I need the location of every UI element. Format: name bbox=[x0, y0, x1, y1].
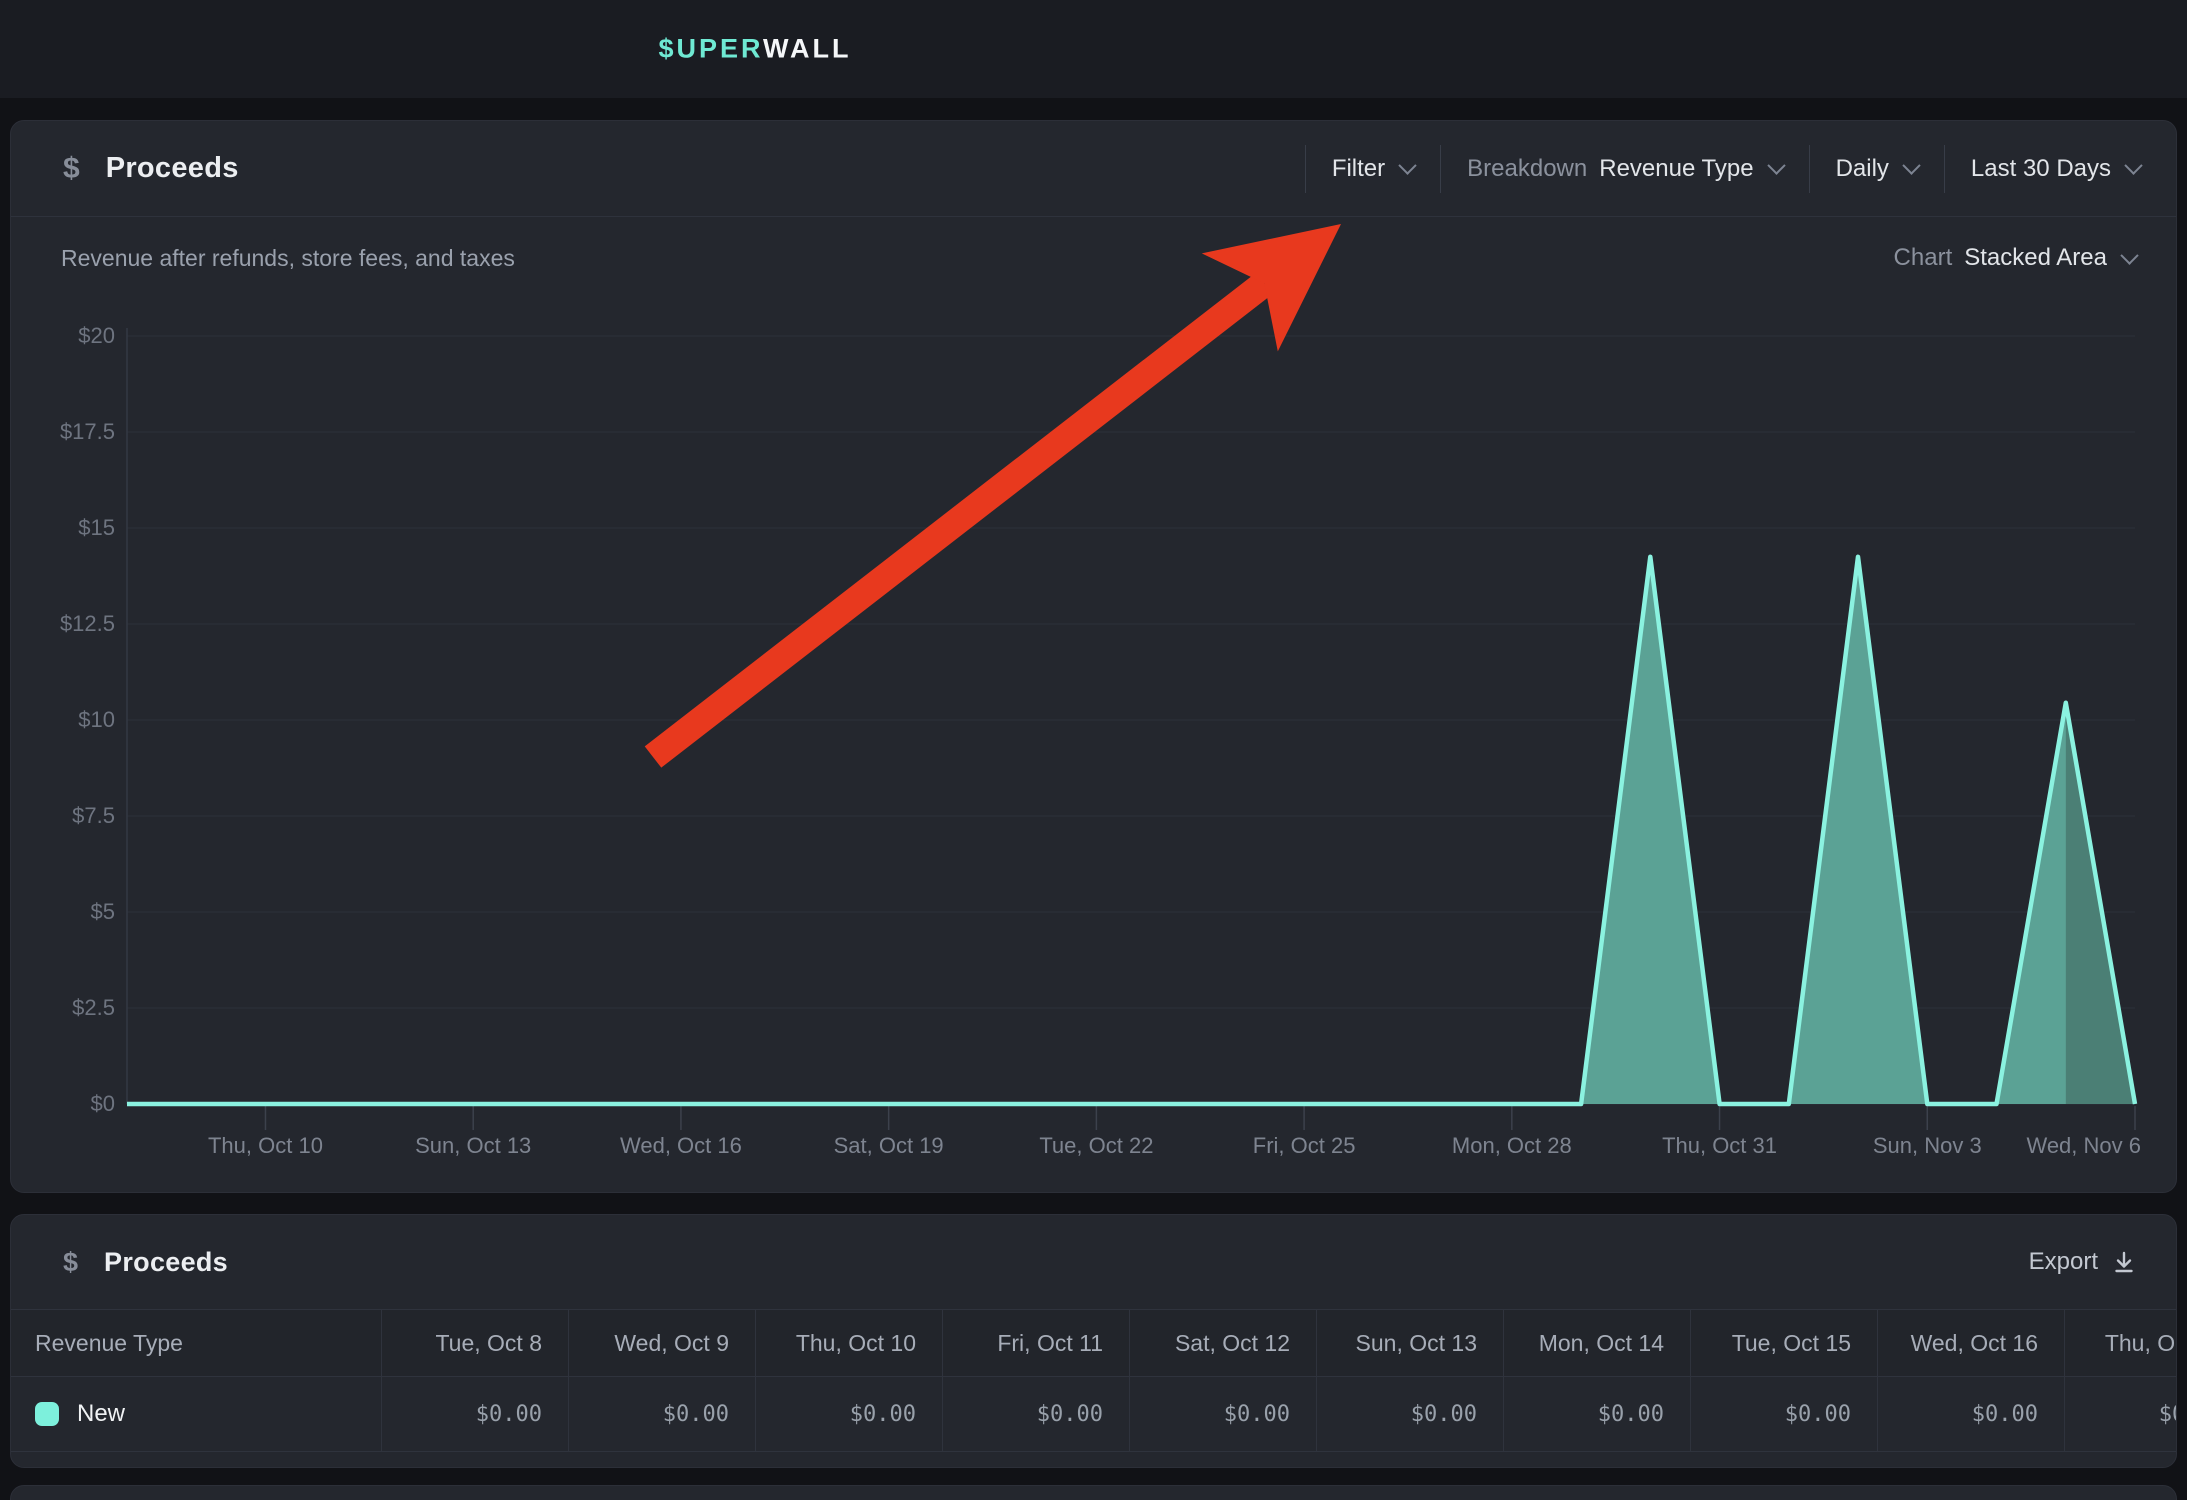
y-axis-label: $12.5 bbox=[11, 611, 115, 637]
x-axis-label: Wed, Oct 16 bbox=[591, 1133, 771, 1159]
y-axis-label: $15 bbox=[11, 515, 115, 541]
chart-type-control[interactable]: Chart Stacked Area bbox=[1894, 244, 2136, 272]
series-name: New bbox=[77, 1400, 125, 1428]
table-row: New$0.00$0.00$0.00$0.00$0.00$0.00$0.00$0… bbox=[11, 1377, 2177, 1452]
interval-value: Daily bbox=[1836, 155, 1889, 183]
date-range-value: Last 30 Days bbox=[1971, 155, 2111, 183]
column-header: Mon, Oct 14 bbox=[1503, 1310, 1690, 1376]
proceeds-table: Revenue TypeTue, Oct 8Wed, Oct 9Thu, Oct… bbox=[11, 1309, 2177, 1452]
column-header: Thu, Oct 17 bbox=[2064, 1310, 2177, 1376]
download-icon bbox=[2112, 1250, 2136, 1274]
x-axis-ticks bbox=[265, 1106, 2135, 1130]
table-cell-value: $0.00 bbox=[1503, 1377, 1690, 1451]
table-cell-value: $0.00 bbox=[755, 1377, 942, 1451]
column-header: Thu, Oct 10 bbox=[755, 1310, 942, 1376]
table-cell-value: $0.00 bbox=[942, 1377, 1129, 1451]
logo-accent: $UPER bbox=[658, 34, 763, 64]
table-panel-header: $ Proceeds Export bbox=[11, 1215, 2176, 1309]
filter-control[interactable]: Filter bbox=[1332, 155, 1414, 183]
table-cell-value: $0.00 bbox=[2064, 1377, 2177, 1451]
export-label: Export bbox=[2029, 1248, 2098, 1276]
column-header: Tue, Oct 15 bbox=[1690, 1310, 1877, 1376]
chart-subheader: Revenue after refunds, store fees, and t… bbox=[11, 218, 2176, 298]
table-header-row: Revenue TypeTue, Oct 8Wed, Oct 9Thu, Oct… bbox=[11, 1309, 2177, 1377]
column-header: Revenue Type bbox=[11, 1310, 381, 1376]
x-axis-label: Sun, Nov 3 bbox=[1837, 1133, 2017, 1159]
chart-gridlines bbox=[127, 336, 2135, 1104]
row-label-cell: New bbox=[11, 1377, 381, 1451]
logo[interactable]: $UPERWALL bbox=[658, 34, 851, 65]
breakdown-control[interactable]: Breakdown Revenue Type bbox=[1467, 155, 1782, 183]
page-title: Proceeds bbox=[106, 152, 239, 185]
next-panel-edge bbox=[10, 1485, 2177, 1500]
x-axis-label: Tue, Oct 22 bbox=[1006, 1133, 1186, 1159]
chart-subtitle: Revenue after refunds, store fees, and t… bbox=[61, 245, 515, 272]
chevron-down-icon bbox=[1398, 156, 1416, 174]
x-axis-label: Sun, Oct 13 bbox=[383, 1133, 563, 1159]
logo-rest: WALL bbox=[763, 34, 851, 64]
chart-controls: Filter Breakdown Revenue Type Daily Last… bbox=[1279, 121, 2140, 216]
chevron-down-icon bbox=[1902, 156, 1920, 174]
column-header: Wed, Oct 16 bbox=[1877, 1310, 2064, 1376]
table-title: Proceeds bbox=[104, 1247, 228, 1278]
x-axis-label: Wed, Nov 6 bbox=[1961, 1133, 2141, 1159]
topbar: $UPERWALL bbox=[0, 0, 2187, 98]
breakdown-label: Breakdown bbox=[1467, 155, 1587, 183]
x-axis-label: Fri, Oct 25 bbox=[1214, 1133, 1394, 1159]
divider bbox=[1440, 145, 1441, 193]
table-cell-value: $0.00 bbox=[1129, 1377, 1316, 1451]
date-range-control[interactable]: Last 30 Days bbox=[1971, 155, 2140, 183]
x-axis-label: Mon, Oct 28 bbox=[1422, 1133, 1602, 1159]
divider bbox=[1809, 145, 1810, 193]
y-axis-label: $2.5 bbox=[11, 995, 115, 1021]
column-header: Fri, Oct 11 bbox=[942, 1310, 1129, 1376]
series-swatch bbox=[35, 1402, 59, 1426]
table-cell-value: $0.00 bbox=[381, 1377, 568, 1451]
y-axis-label: $0 bbox=[11, 1091, 115, 1117]
chevron-down-icon bbox=[2124, 156, 2142, 174]
x-axis-label: Sat, Oct 19 bbox=[799, 1133, 979, 1159]
chart-type-label: Chart bbox=[1894, 244, 1953, 272]
divider bbox=[1944, 145, 1945, 193]
export-button[interactable]: Export bbox=[2029, 1248, 2136, 1276]
chart-type-value: Stacked Area bbox=[1964, 244, 2107, 272]
incomplete-period-shade bbox=[2066, 703, 2135, 1104]
chart-panel-header: $ Proceeds Filter Breakdown Revenue Type… bbox=[11, 121, 2176, 217]
y-axis-label: $7.5 bbox=[11, 803, 115, 829]
dollar-icon: $ bbox=[63, 152, 80, 186]
proceeds-table-panel: $ Proceeds Export Revenue TypeTue, Oct 8… bbox=[10, 1214, 2177, 1468]
column-header: Wed, Oct 9 bbox=[568, 1310, 755, 1376]
interval-control[interactable]: Daily bbox=[1836, 155, 1918, 183]
divider bbox=[1305, 145, 1306, 193]
table-cell-value: $0.00 bbox=[1690, 1377, 1877, 1451]
filter-label: Filter bbox=[1332, 155, 1385, 183]
proceeds-chart-panel: $ Proceeds Filter Breakdown Revenue Type… bbox=[10, 120, 2177, 1193]
series-legend: New bbox=[35, 1400, 125, 1428]
chevron-down-icon bbox=[2120, 246, 2138, 264]
column-header: Sun, Oct 13 bbox=[1316, 1310, 1503, 1376]
x-axis-label: Thu, Oct 10 bbox=[175, 1133, 355, 1159]
column-header: Sat, Oct 12 bbox=[1129, 1310, 1316, 1376]
y-axis-label: $17.5 bbox=[11, 419, 115, 445]
x-axis-label: Thu, Oct 31 bbox=[1630, 1133, 1810, 1159]
table-cell-value: $0.00 bbox=[1316, 1377, 1503, 1451]
table-cell-value: $0.00 bbox=[568, 1377, 755, 1451]
breakdown-value: Revenue Type bbox=[1599, 155, 1753, 183]
table-cell-value: $0.00 bbox=[1877, 1377, 2064, 1451]
y-axis-label: $5 bbox=[11, 899, 115, 925]
chevron-down-icon bbox=[1767, 156, 1785, 174]
dollar-icon: $ bbox=[63, 1247, 78, 1278]
chart-area-series bbox=[127, 557, 2135, 1104]
y-axis-label: $20 bbox=[11, 323, 115, 349]
column-header: Tue, Oct 8 bbox=[381, 1310, 568, 1376]
page: $UPERWALL $ Proceeds Filter Breakdown Re… bbox=[0, 0, 2187, 1500]
y-axis-label: $10 bbox=[11, 707, 115, 733]
